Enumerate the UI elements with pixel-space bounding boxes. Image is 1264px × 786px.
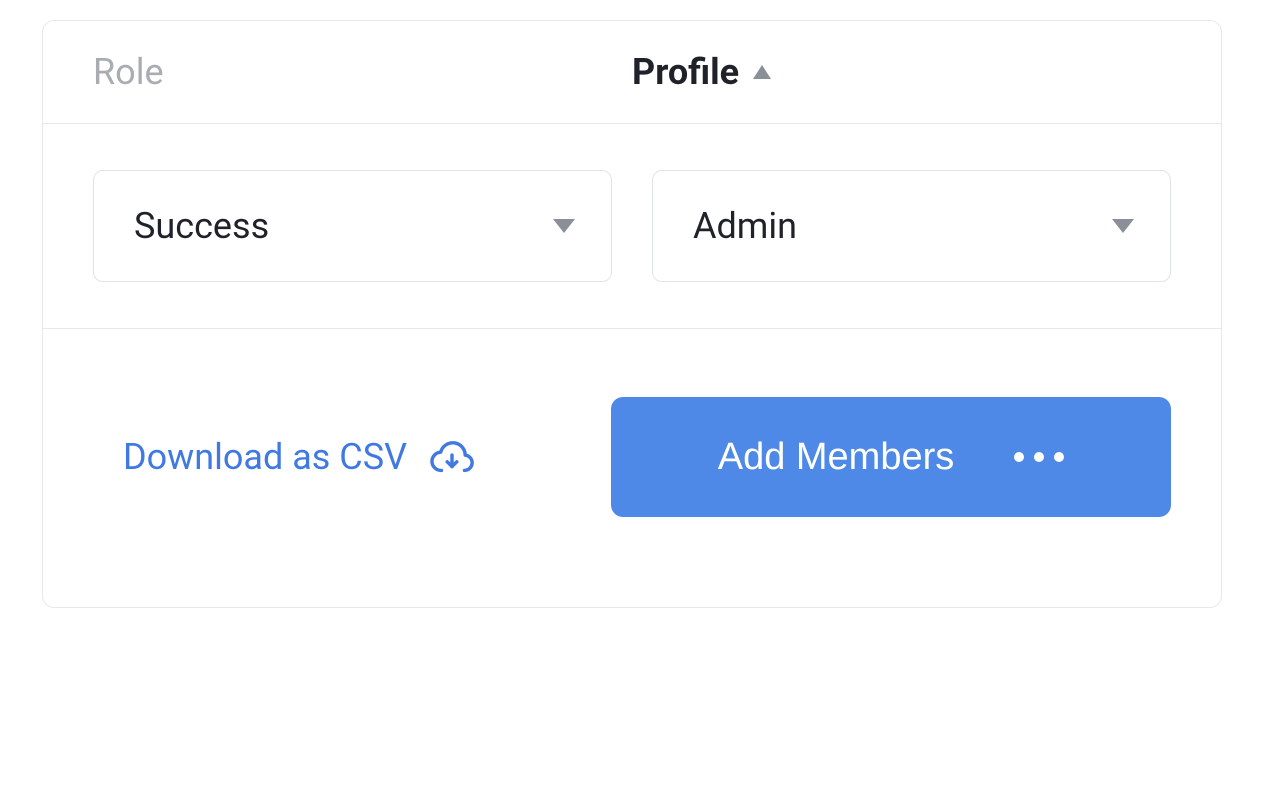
profile-select-value: Admin	[693, 205, 797, 247]
members-card: Role Profile Success Admin Download as C…	[42, 20, 1222, 608]
column-header-profile[interactable]: Profile	[632, 51, 1171, 93]
role-select[interactable]: Success	[93, 170, 612, 282]
column-header-profile-label: Profile	[632, 51, 739, 93]
cloud-download-icon	[429, 434, 475, 480]
table-header-row: Role Profile	[43, 21, 1221, 124]
download-csv-link[interactable]: Download as CSV	[123, 434, 475, 480]
chevron-down-icon	[553, 219, 575, 233]
actions-row: Download as CSV Add Members	[43, 329, 1221, 607]
download-csv-label: Download as CSV	[123, 436, 407, 478]
more-options-icon	[1014, 452, 1064, 462]
add-members-button[interactable]: Add Members	[611, 397, 1171, 517]
role-select-value: Success	[134, 205, 269, 247]
column-header-role[interactable]: Role	[93, 51, 632, 93]
chevron-down-icon	[1112, 219, 1134, 233]
profile-select[interactable]: Admin	[652, 170, 1171, 282]
sort-ascending-icon	[753, 65, 771, 79]
add-members-label: Add Members	[718, 436, 955, 479]
filters-row: Success Admin	[43, 124, 1221, 329]
column-header-role-label: Role	[93, 51, 164, 93]
